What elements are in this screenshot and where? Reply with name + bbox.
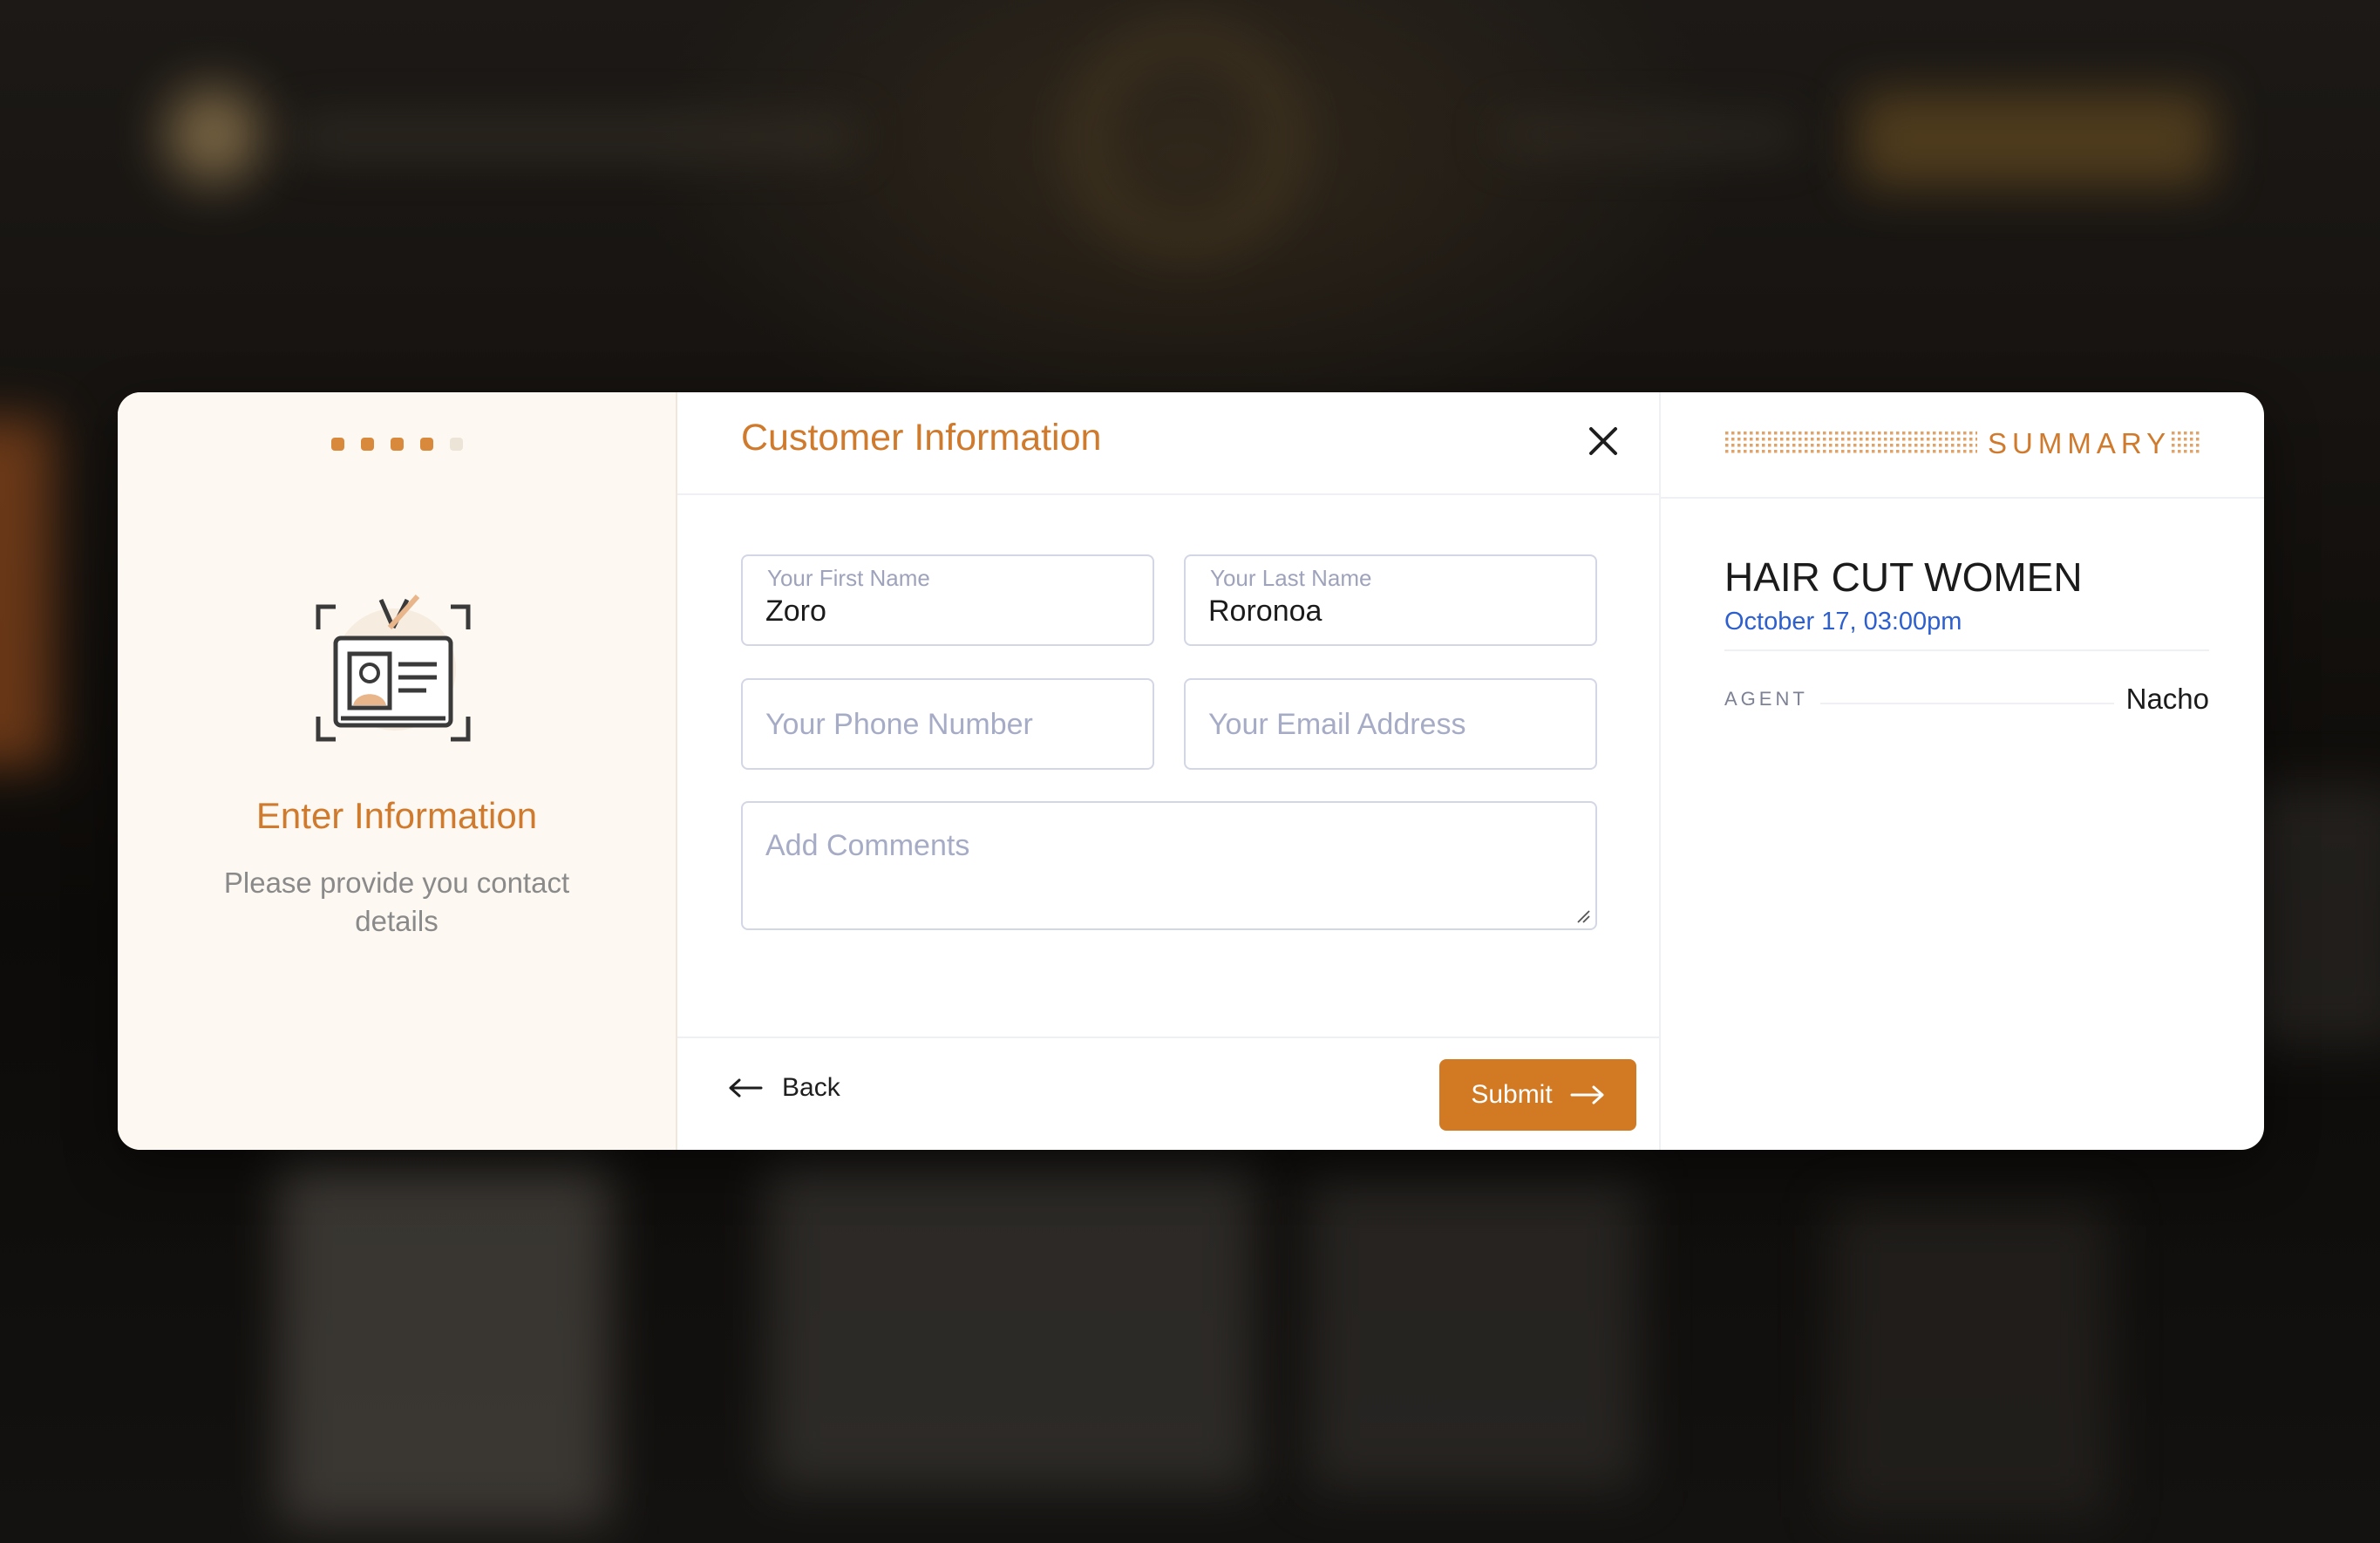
step-dot-4 bbox=[419, 438, 433, 451]
dotted-pattern-decoration bbox=[2171, 431, 2200, 455]
comments-textarea[interactable]: Add Comments bbox=[741, 801, 1597, 930]
summary-panel: SUMMARY HAIR CUT WOMEN October 17, 03:00… bbox=[1661, 392, 2264, 1150]
first-name-value: Zoro bbox=[765, 595, 826, 628]
step-progress-dots bbox=[118, 438, 676, 451]
summary-heading: SUMMARY bbox=[1988, 427, 2172, 459]
divider bbox=[1724, 649, 2209, 651]
form-title: Customer Information bbox=[741, 417, 1102, 459]
step-dot-5 bbox=[449, 438, 463, 451]
form-footer: Back Submit bbox=[677, 1037, 1659, 1150]
first-name-field[interactable]: Your First Name Zoro bbox=[741, 554, 1154, 646]
step-title: Enter Information bbox=[255, 795, 538, 836]
background-phone-text bbox=[1499, 122, 1796, 148]
arrow-left-icon bbox=[729, 1078, 763, 1098]
background-photo-block bbox=[279, 1159, 610, 1526]
background-cta-button bbox=[1857, 92, 2214, 187]
background-emblem bbox=[1077, 31, 1295, 248]
resize-grip-icon[interactable] bbox=[1576, 909, 1590, 923]
customer-form-panel: Customer Information Your First Name Zor… bbox=[677, 392, 1661, 1150]
arrow-right-icon bbox=[1570, 1085, 1604, 1105]
submit-button[interactable]: Submit bbox=[1439, 1059, 1636, 1131]
booking-modal: Enter Information Please provide you con… bbox=[118, 392, 2264, 1150]
email-placeholder: Your Email Address bbox=[1208, 708, 1466, 741]
step-dot-1 bbox=[330, 438, 344, 451]
background-photo-block bbox=[767, 1159, 1255, 1491]
close-icon[interactable] bbox=[1582, 420, 1624, 462]
step-info-panel: Enter Information Please provide you con… bbox=[118, 392, 677, 1150]
dotted-pattern-decoration bbox=[1724, 431, 1977, 455]
submit-button-label: Submit bbox=[1471, 1080, 1553, 1109]
agent-leader-line bbox=[1819, 703, 2114, 704]
first-name-label: Your First Name bbox=[767, 565, 930, 591]
background-logo bbox=[166, 87, 262, 183]
phone-field[interactable]: Your Phone Number bbox=[741, 678, 1154, 770]
service-name: HAIR CUT WOMEN bbox=[1724, 554, 2083, 600]
id-badge-icon bbox=[316, 595, 471, 742]
step-dot-2 bbox=[360, 438, 374, 451]
last-name-value: Roronoa bbox=[1208, 595, 1323, 628]
step-dot-3 bbox=[390, 438, 404, 451]
background-photo-block bbox=[1308, 1177, 1639, 1491]
last-name-label: Your Last Name bbox=[1210, 565, 1372, 591]
agent-row: AGENT Nacho bbox=[1724, 683, 2209, 716]
background-decor bbox=[0, 418, 52, 767]
background-address-text bbox=[296, 122, 854, 152]
phone-placeholder: Your Phone Number bbox=[765, 708, 1033, 741]
back-button[interactable]: Back bbox=[728, 1073, 840, 1103]
agent-label: AGENT bbox=[1724, 688, 1808, 710]
step-description: Please provide you contact details bbox=[223, 867, 570, 937]
comments-placeholder: Add Comments bbox=[765, 829, 970, 862]
background-photo-block bbox=[1831, 1203, 2110, 1517]
appointment-datetime: October 17, 03:00pm bbox=[1724, 608, 1962, 636]
agent-value: Nacho bbox=[2125, 683, 2209, 715]
email-field[interactable]: Your Email Address bbox=[1184, 678, 1597, 770]
form-header: Customer Information bbox=[677, 392, 1659, 495]
summary-header: SUMMARY bbox=[1661, 392, 2264, 499]
back-button-label: Back bbox=[782, 1073, 840, 1102]
last-name-field[interactable]: Your Last Name Roronoa bbox=[1184, 554, 1597, 646]
